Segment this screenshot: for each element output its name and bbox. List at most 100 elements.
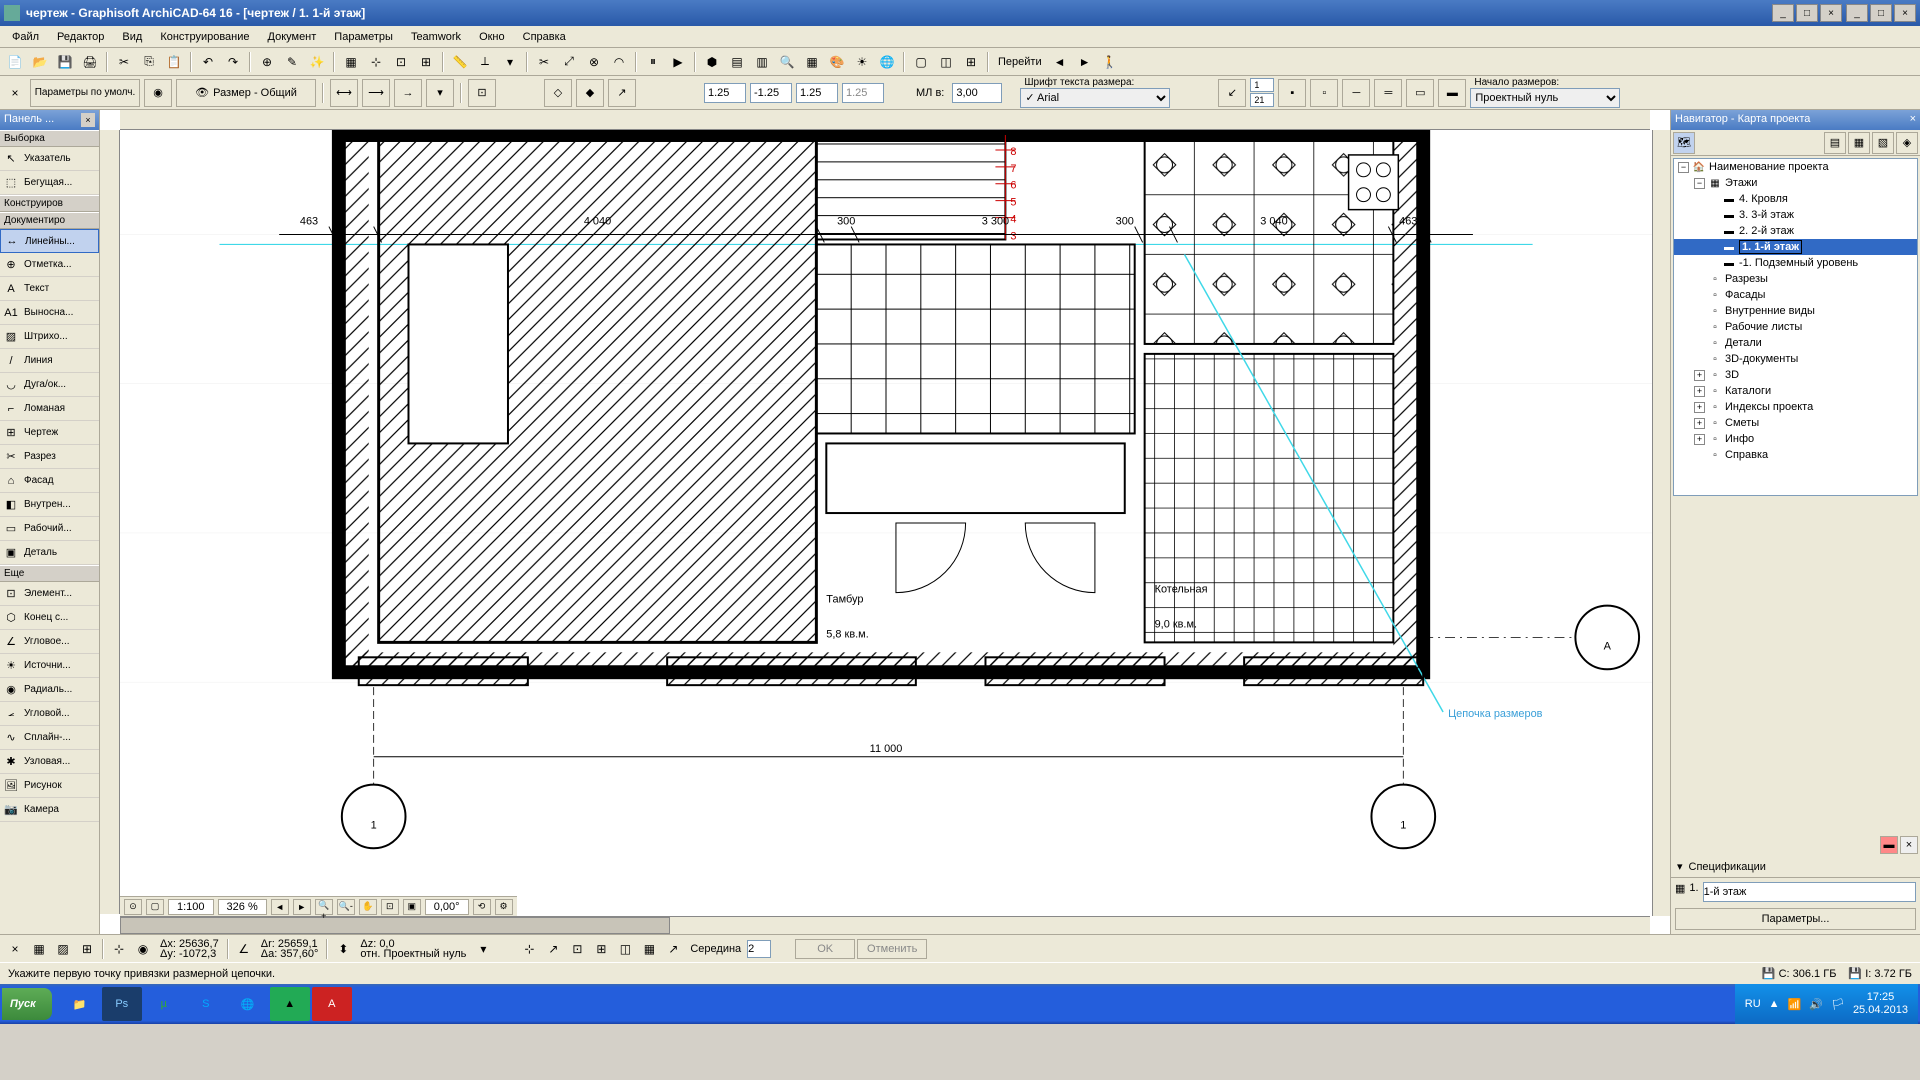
tree-item-1[interactable]: ▫Фасады: [1674, 287, 1917, 303]
tray-icon[interactable]: ▲: [1769, 998, 1780, 1010]
tool-Разрез[interactable]: ✂Разрез: [0, 445, 99, 469]
spec-name-input[interactable]: [1703, 882, 1916, 902]
print-icon[interactable]: 🖨: [79, 51, 101, 73]
tool-Внутрен...[interactable]: ◧Внутрен...: [0, 493, 99, 517]
goto-fwd-icon[interactable]: ►: [1074, 51, 1096, 73]
section-construct[interactable]: Конструиров: [0, 195, 99, 212]
taskbar-chrome-icon[interactable]: 🌐: [228, 987, 268, 1021]
ref-icon[interactable]: ▾: [499, 51, 521, 73]
tray-flag-icon[interactable]: 🏳: [1831, 998, 1845, 1011]
menu-help[interactable]: Справка: [515, 29, 574, 45]
font-select[interactable]: ✓ Arial: [1020, 88, 1170, 108]
nav-small1-icon[interactable]: ▬: [1880, 836, 1898, 854]
sun-icon[interactable]: ☀: [851, 51, 873, 73]
globe-icon[interactable]: 🌐: [876, 51, 898, 73]
dim1-input[interactable]: [704, 83, 746, 103]
tree-item-7[interactable]: +▫Каталоги: [1674, 383, 1917, 399]
render-icon[interactable]: 🎨: [826, 51, 848, 73]
pattern1-icon[interactable]: ▪: [1278, 79, 1306, 107]
dim3-input[interactable]: [796, 83, 838, 103]
tool-Рабочий...[interactable]: ▭Рабочий...: [0, 517, 99, 541]
fillet-icon[interactable]: ◠: [608, 51, 630, 73]
section-select[interactable]: Выборка: [0, 130, 99, 147]
win2-icon[interactable]: ◫: [935, 51, 957, 73]
taskbar-photoshop-icon[interactable]: Ps: [102, 987, 142, 1021]
tree-item-10[interactable]: +▫Инфо: [1674, 431, 1917, 447]
dim4-input[interactable]: [842, 83, 884, 103]
params-button[interactable]: Параметры...: [1675, 908, 1916, 930]
tool-Линия[interactable]: /Линия: [0, 349, 99, 373]
redo-icon[interactable]: ↷: [222, 51, 244, 73]
snap1-icon[interactable]: ⊹: [365, 51, 387, 73]
nav-view4-icon[interactable]: ◈: [1896, 132, 1918, 154]
marker3-icon[interactable]: ↗: [608, 79, 636, 107]
expand-icon[interactable]: +: [1694, 434, 1705, 445]
adjust-icon[interactable]: ⊗: [583, 51, 605, 73]
zoom-prev-icon[interactable]: ◄: [271, 899, 289, 915]
tool-Текст[interactable]: AТекст: [0, 277, 99, 301]
detail-icon[interactable]: 🔍: [776, 51, 798, 73]
split-icon[interactable]: ⤢: [558, 51, 580, 73]
tool-Ломаная[interactable]: ⌐Ломаная: [0, 397, 99, 421]
tree-item-9[interactable]: +▫Сметы: [1674, 415, 1917, 431]
marker2-icon[interactable]: ◆: [576, 79, 604, 107]
layer-dropdown[interactable]: 👁Размер - Общий: [176, 79, 316, 107]
tree-floors[interactable]: − ▦ Этажи: [1674, 175, 1917, 191]
nav-small2-icon[interactable]: ×: [1900, 836, 1918, 854]
snap-c-icon[interactable]: ⊡: [566, 938, 588, 960]
taskbar-skype-icon[interactable]: S: [186, 987, 226, 1021]
win3-icon[interactable]: ⊞: [960, 51, 982, 73]
expand-icon[interactable]: +: [1694, 370, 1705, 381]
tree-item-3[interactable]: ▫Рабочие листы: [1674, 319, 1917, 335]
coord-xy-icon[interactable]: ⊹: [108, 938, 130, 960]
win1-icon[interactable]: ▢: [910, 51, 932, 73]
grid-icon[interactable]: ▦: [340, 51, 362, 73]
system-tray[interactable]: RU ▲ 📶 🔊 🏳 17:2525.04.2013: [1735, 984, 1918, 1024]
tool-Штрихо...[interactable]: ▨Штрихо...: [0, 325, 99, 349]
scale-display[interactable]: 1:100: [168, 899, 214, 915]
tree-root[interactable]: − 🏠 Наименование проекта: [1674, 159, 1917, 175]
f2-input[interactable]: [1250, 93, 1274, 107]
nav-view1-icon[interactable]: ▤: [1824, 132, 1846, 154]
pattern2-icon[interactable]: ▫: [1310, 79, 1338, 107]
rotate-icon[interactable]: ⟲: [473, 899, 491, 915]
paste-icon[interactable]: 📋: [163, 51, 185, 73]
tree-item-8[interactable]: +▫Индексы проекта: [1674, 399, 1917, 415]
layer-icon[interactable]: ◉: [144, 79, 172, 107]
snap3-icon[interactable]: ⊞: [415, 51, 437, 73]
tool-Деталь[interactable]: ▣Деталь: [0, 541, 99, 565]
tool-Конец с...[interactable]: ⬡Конец с...: [0, 606, 99, 630]
resume-icon[interactable]: ▶: [667, 51, 689, 73]
nav-view2-icon[interactable]: ▦: [1848, 132, 1870, 154]
tool-Элемент...[interactable]: ⊡Элемент...: [0, 582, 99, 606]
tool-Узловая...[interactable]: ✱Узловая...: [0, 750, 99, 774]
tray-net-icon[interactable]: 📶: [1788, 998, 1802, 1011]
cut-icon[interactable]: ✂: [113, 51, 135, 73]
dim-method2-icon[interactable]: ⟶: [362, 79, 390, 107]
taskbar-explorer-icon[interactable]: 📁: [60, 987, 100, 1021]
tool-Угловое...[interactable]: ∠Угловое...: [0, 630, 99, 654]
zoom-origin-icon[interactable]: ⊙: [124, 899, 142, 915]
line3-icon[interactable]: ▭: [1406, 79, 1434, 107]
dim-method1-icon[interactable]: ⟷: [330, 79, 358, 107]
line1-icon[interactable]: ─: [1342, 79, 1370, 107]
layout-icon[interactable]: ▦: [801, 51, 823, 73]
lang-indicator[interactable]: RU: [1745, 998, 1761, 1010]
tray-vol-icon[interactable]: 🔊: [1809, 998, 1823, 1011]
minimize-button[interactable]: _: [1772, 4, 1794, 22]
tool-Угловой...[interactable]: ⦟Угловой...: [0, 702, 99, 726]
snap-d-icon[interactable]: ⊞: [590, 938, 612, 960]
coord-polar-icon[interactable]: ◉: [132, 938, 154, 960]
tree-item-0[interactable]: ▫Разрезы: [1674, 271, 1917, 287]
origin-select[interactable]: Проектный нуль: [1470, 88, 1620, 108]
zoom-all-icon[interactable]: ▣: [403, 899, 421, 915]
view-opts-icon[interactable]: ⚙: [495, 899, 513, 915]
angle-display[interactable]: 0,00°: [425, 899, 469, 915]
menu-design[interactable]: Конструирование: [152, 29, 257, 45]
menu-window[interactable]: Окно: [471, 29, 513, 45]
nav-view3-icon[interactable]: ▧: [1872, 132, 1894, 154]
tree-item-6[interactable]: +▫3D: [1674, 367, 1917, 383]
tree-floor-2[interactable]: ▬2. 2-й этаж: [1674, 223, 1917, 239]
clock[interactable]: 17:2525.04.2013: [1853, 991, 1908, 1017]
tree-item-11[interactable]: ▫Справка: [1674, 447, 1917, 463]
